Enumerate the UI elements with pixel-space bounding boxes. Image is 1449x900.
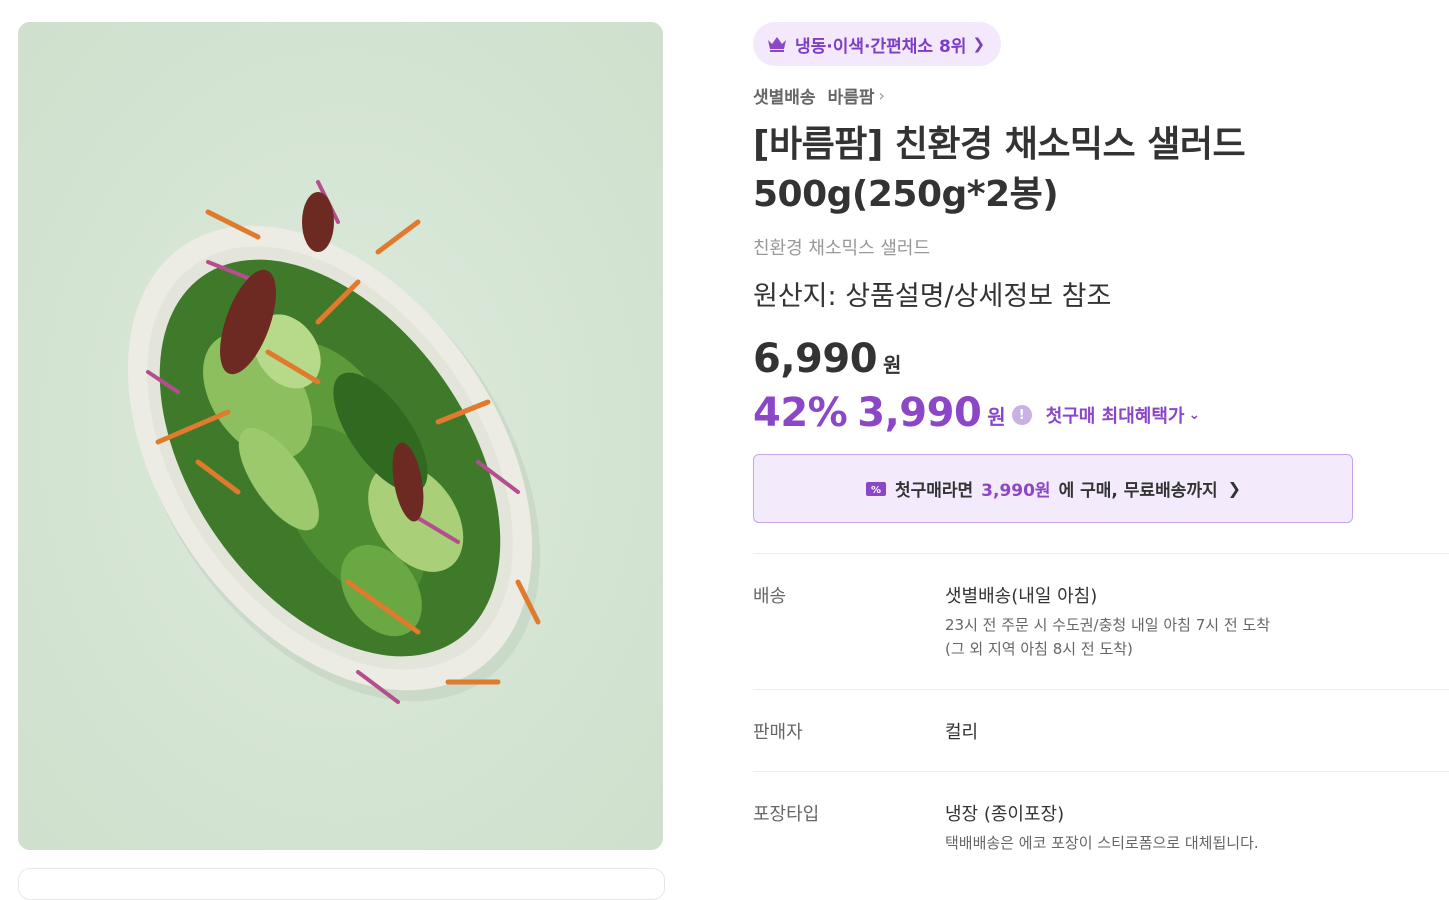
seller-label: 판매자 bbox=[753, 722, 803, 743]
currency-label: 원 bbox=[883, 353, 902, 377]
brand-link[interactable]: 바름팜 › bbox=[828, 83, 885, 108]
packaging-desc: 택배배송은 에코 포장이 스티로폼으로 대체됩니다. bbox=[945, 834, 1259, 852]
sale-price-value: 3,990 bbox=[857, 390, 982, 436]
category-rank-badge[interactable]: 냉동·이색·간편채소 8위 ❯ bbox=[753, 22, 1002, 66]
currency-label: 원 bbox=[987, 405, 1006, 429]
chevron-right-icon: ❯ bbox=[972, 35, 986, 53]
first-purchase-coupon-banner[interactable]: % 첫구매라면 3,990원 에 구매, 무료배송까지 ❯ bbox=[753, 454, 1353, 523]
delivery-type-label: 샛별배송 bbox=[753, 88, 816, 108]
product-image[interactable] bbox=[18, 22, 663, 850]
info-icon[interactable]: ! bbox=[1011, 405, 1032, 425]
coupon-icon: % bbox=[865, 481, 886, 496]
benefit-link-label: 첫구매 최대혜택가 bbox=[1045, 406, 1185, 427]
banner-highlight-price: 3,990원 bbox=[981, 481, 1051, 501]
original-price-value: 6,990 bbox=[753, 336, 878, 382]
discount-rate: 42% bbox=[753, 390, 848, 436]
chevron-down-icon: ⌄ bbox=[1188, 407, 1201, 423]
original-price: 6,990 원 bbox=[753, 336, 901, 382]
rank-badge-text: 냉동·이색·간편채소 8위 bbox=[795, 36, 967, 57]
divider bbox=[753, 689, 1449, 690]
product-origin: 원산지: 상품설명/상세정보 참조 bbox=[753, 281, 1112, 312]
sale-price-row: 42% 3,990 원 ! 첫구매 최대혜택가 ⌄ bbox=[753, 390, 1200, 436]
divider bbox=[753, 771, 1449, 772]
first-purchase-benefit-link[interactable]: 첫구매 최대혜택가 ⌄ bbox=[1046, 402, 1200, 428]
chevron-right-icon: › bbox=[878, 86, 885, 105]
banner-prefix: 첫구매라면 bbox=[894, 481, 974, 501]
brand-name: 바름팜 bbox=[827, 88, 875, 108]
banner-suffix: 에 구매, 무료배송까지 bbox=[1058, 481, 1218, 501]
chevron-right-icon: ❯ bbox=[1227, 479, 1242, 498]
packaging-label: 포장타입 bbox=[753, 804, 820, 825]
svg-text:%: % bbox=[871, 485, 881, 496]
delivery-desc-line1: 23시 전 주문 시 수도권/충청 내일 아침 7시 전 도착 bbox=[945, 616, 1270, 634]
packaging-value: 냉장 (종이포장) bbox=[945, 804, 1065, 825]
delivery-value: 샛별배송(내일 아침) bbox=[945, 586, 1098, 607]
delivery-desc-line2: (그 외 지역 아침 8시 전 도착) bbox=[945, 640, 1133, 658]
divider bbox=[753, 553, 1449, 554]
seller-value: 컬리 bbox=[945, 722, 979, 743]
breadcrumb: 샛별배송 바름팜 › bbox=[753, 83, 885, 108]
product-subtitle: 친환경 채소믹스 샐러드 bbox=[753, 238, 931, 259]
product-title: [바름팜] 친환경 채소믹스 샐러드 500g(250g*2봉) bbox=[753, 124, 1246, 215]
crown-icon bbox=[768, 37, 786, 52]
next-image-thumbnail[interactable] bbox=[18, 868, 665, 900]
delivery-label: 배송 bbox=[753, 586, 787, 607]
